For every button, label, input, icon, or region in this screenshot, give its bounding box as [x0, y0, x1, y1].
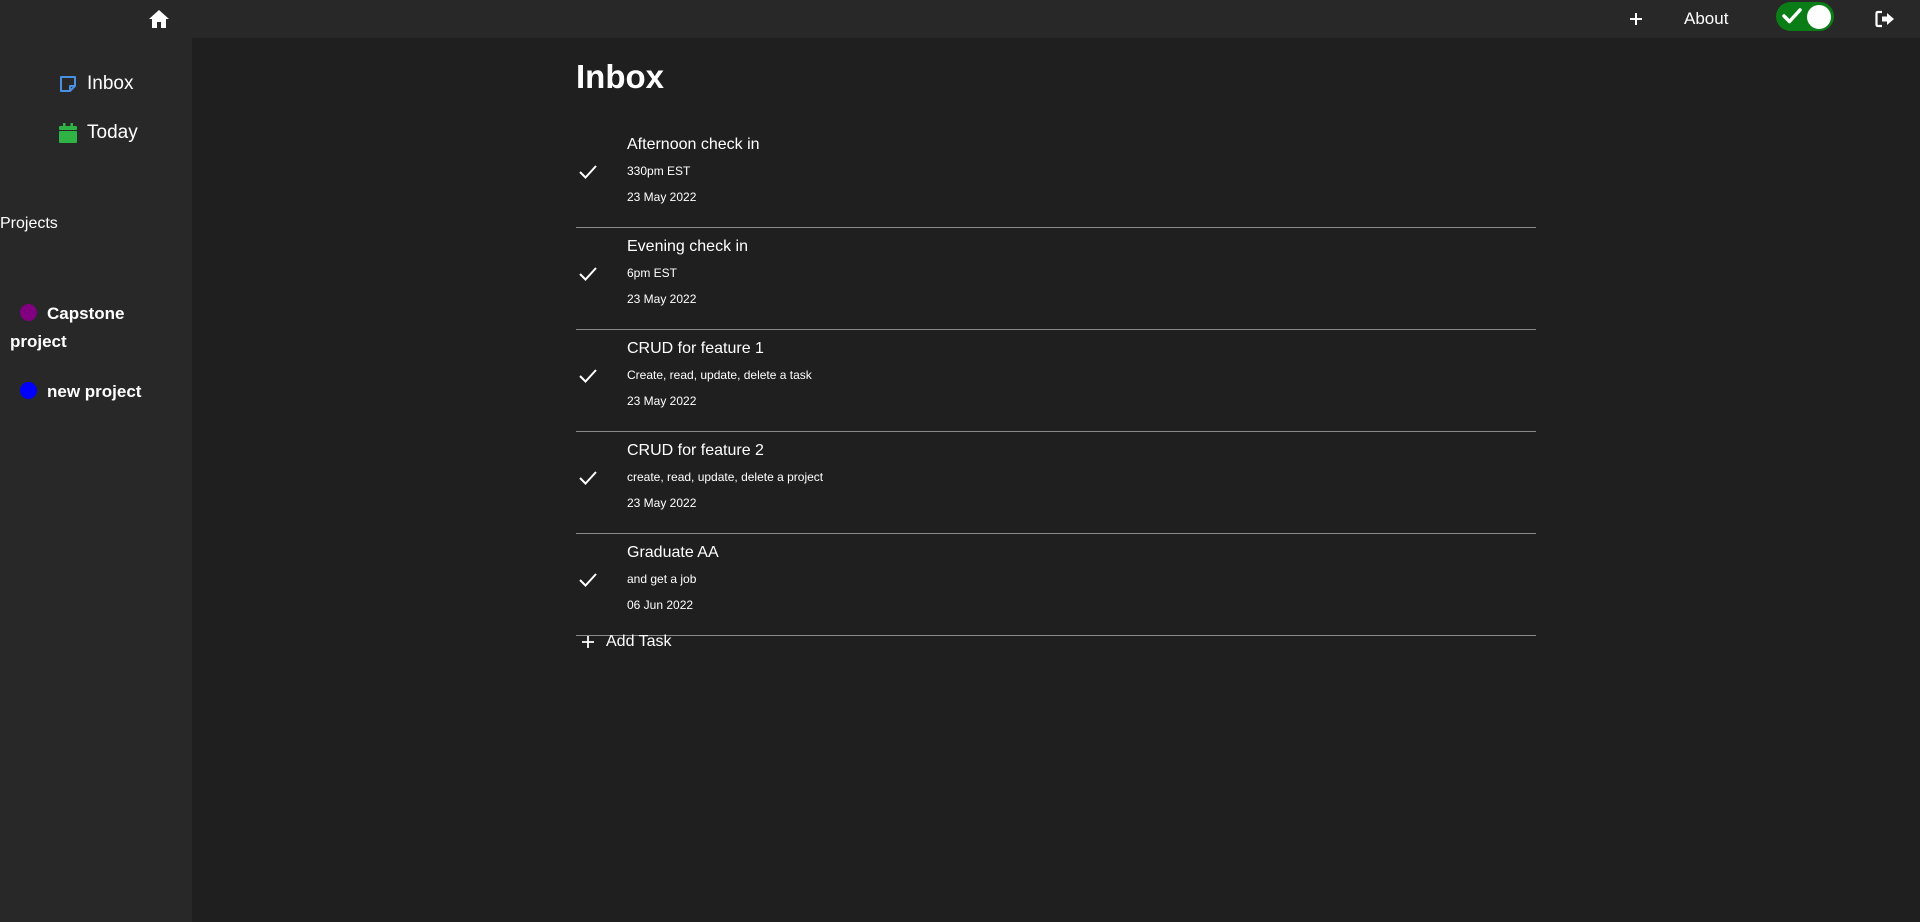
task-due-date: 23 May 2022 — [627, 394, 697, 408]
task-description: create, read, update, delete a project — [627, 470, 824, 484]
task-due-date: 06 Jun 2022 — [627, 598, 694, 612]
check-icon[interactable] — [578, 468, 598, 488]
plus-icon — [1630, 13, 1642, 25]
task-title[interactable]: Evening check in — [627, 238, 748, 256]
check-icon[interactable] — [578, 366, 598, 386]
logout-button[interactable] — [1873, 7, 1897, 31]
task-item[interactable]: Evening check in 6pm EST 23 May 2022 — [576, 228, 1536, 330]
project-color-dot — [20, 382, 37, 399]
task-item[interactable]: CRUD for feature 1 Create, read, update,… — [576, 330, 1536, 432]
home-button[interactable] — [146, 7, 172, 31]
sidebar-item-label: Today — [87, 122, 138, 143]
toggle-knob — [1807, 5, 1831, 29]
home-icon — [149, 10, 169, 28]
check-icon[interactable] — [578, 264, 598, 284]
sidebar-item-today[interactable]: Today — [58, 119, 138, 147]
sidebar-item-inbox[interactable]: Inbox — [58, 70, 133, 98]
theme-toggle[interactable] — [1776, 2, 1834, 31]
task-item[interactable]: Graduate AA and get a job 06 Jun 2022 — [576, 534, 1536, 636]
logout-icon — [1875, 10, 1894, 28]
task-description: Create, read, update, delete a task — [627, 368, 812, 382]
calendar-icon — [58, 123, 78, 143]
plus-icon — [582, 636, 594, 648]
task-item[interactable]: CRUD for feature 2 create, read, update,… — [576, 432, 1536, 534]
task-title[interactable]: CRUD for feature 1 — [627, 340, 764, 358]
sidebar-project-capstone[interactable]: Capstone project — [10, 300, 185, 356]
task-title[interactable]: Graduate AA — [627, 544, 719, 562]
task-item[interactable]: Afternoon check in 330pm EST 23 May 2022 — [576, 126, 1536, 228]
check-icon — [1782, 8, 1802, 24]
task-due-date: 23 May 2022 — [627, 292, 697, 306]
top-nav-bar: About — [0, 0, 1920, 38]
page-title: Inbox — [576, 58, 664, 95]
add-task-label: Add Task — [606, 633, 672, 650]
add-task-button[interactable] — [1623, 6, 1649, 32]
task-title[interactable]: Afternoon check in — [627, 136, 760, 154]
task-description: and get a job — [627, 572, 697, 586]
task-due-date: 23 May 2022 — [627, 496, 697, 510]
task-list: Afternoon check in 330pm EST 23 May 2022… — [576, 126, 1536, 636]
add-task-row[interactable]: Add Task — [576, 630, 672, 654]
sidebar: Inbox Today Projects Capstone project ne… — [0, 38, 192, 922]
check-icon[interactable] — [578, 162, 598, 182]
project-label: new project — [47, 382, 142, 401]
task-description: 330pm EST — [627, 164, 691, 178]
project-color-dot — [20, 304, 37, 321]
task-due-date: 23 May 2022 — [627, 190, 697, 204]
check-icon[interactable] — [578, 570, 598, 590]
task-title[interactable]: CRUD for feature 2 — [627, 442, 764, 460]
sidebar-project-new[interactable]: new project — [10, 378, 185, 406]
task-description: 6pm EST — [627, 266, 678, 280]
projects-heading: Projects — [0, 215, 58, 232]
sidebar-item-label: Inbox — [87, 73, 134, 94]
about-link[interactable]: About — [1684, 8, 1728, 30]
inbox-icon — [58, 74, 78, 94]
